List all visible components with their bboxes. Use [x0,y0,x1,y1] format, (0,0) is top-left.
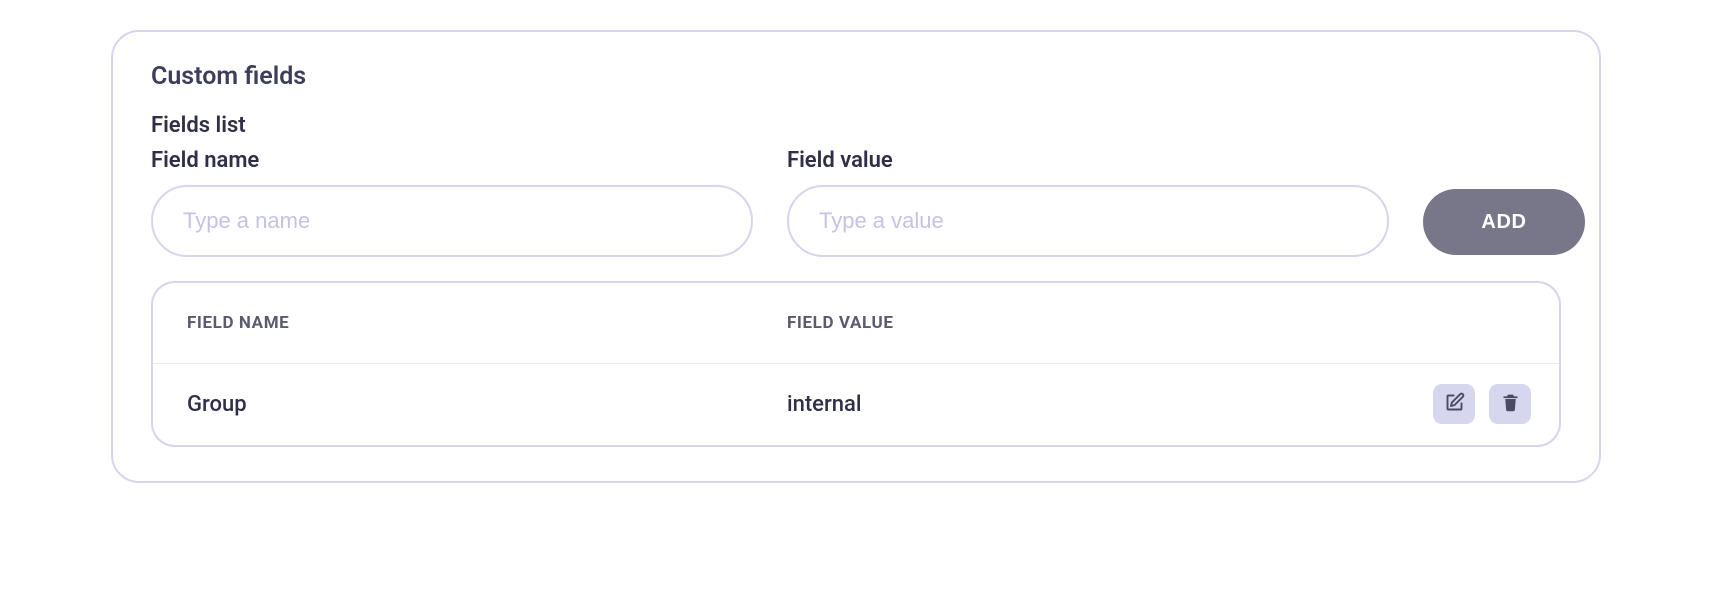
row-actions [1433,384,1531,424]
field-name-input[interactable] [151,185,753,257]
panel-title: Custom fields [151,62,1561,91]
cell-field-value: internal [753,363,1399,445]
add-button[interactable]: ADD [1423,189,1585,255]
add-field-form: Field name Field value ADD [151,148,1561,257]
custom-fields-panel: Custom fields Fields list Field name Fie… [111,30,1601,483]
column-header-value: FIELD VALUE [753,283,1399,363]
field-value-input[interactable] [787,185,1389,257]
table-row: Group internal [153,363,1559,445]
fields-table: FIELD NAME FIELD VALUE Group internal [153,283,1559,445]
field-name-label: Field name [151,148,753,173]
edit-button[interactable] [1433,384,1475,424]
field-name-column: Field name [151,148,753,257]
delete-button[interactable] [1489,384,1531,424]
field-value-label: Field value [787,148,1389,173]
column-header-actions [1399,283,1559,363]
edit-icon [1444,392,1465,416]
cell-actions [1399,363,1559,445]
add-button-column: ADD [1423,189,1585,257]
fields-table-container: FIELD NAME FIELD VALUE Group internal [151,281,1561,447]
table-header-row: FIELD NAME FIELD VALUE [153,283,1559,363]
cell-field-name: Group [153,363,753,445]
field-value-column: Field value [787,148,1389,257]
column-header-name: FIELD NAME [153,283,753,363]
fields-list-title: Fields list [151,113,1561,138]
trash-icon [1500,392,1521,416]
